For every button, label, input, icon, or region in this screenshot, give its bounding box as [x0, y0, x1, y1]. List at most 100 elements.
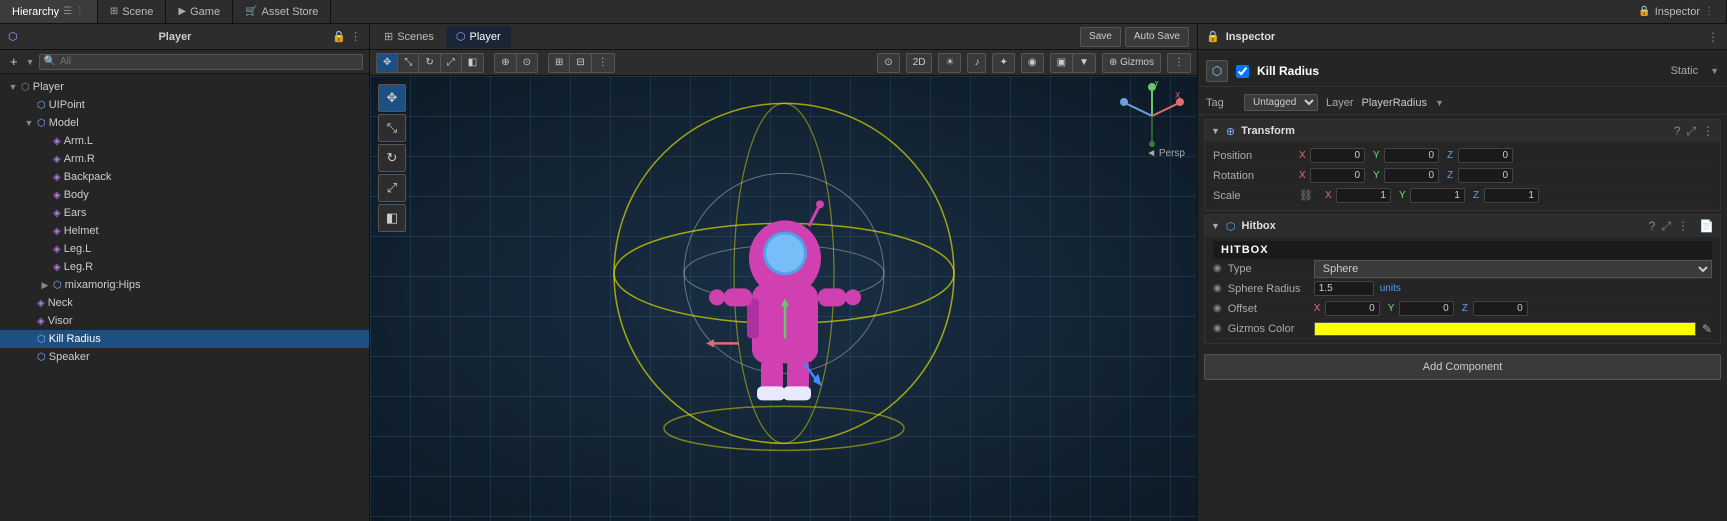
orbit-btn[interactable]: ⊙: [877, 53, 899, 73]
gizmos-color-preview[interactable]: [1314, 322, 1696, 336]
scale-z-input[interactable]: [1484, 188, 1539, 203]
hierarchy-lock-icon[interactable]: 🔒: [332, 30, 346, 43]
scale-link-icon[interactable]: ⛓: [1299, 189, 1313, 202]
sphere-radius-input[interactable]: [1314, 281, 1374, 296]
tree-item-kill-radius[interactable]: ⬡ Kill Radius: [0, 330, 369, 348]
pos-y-input[interactable]: [1384, 148, 1439, 163]
off-x-input[interactable]: [1325, 301, 1380, 316]
tree-item-neck[interactable]: ◈ Neck: [0, 294, 369, 312]
tree-item-model[interactable]: ▼ ⬡ Model: [0, 114, 369, 132]
snap-btn[interactable]: ⊞: [548, 53, 569, 73]
tab-scene[interactable]: ⊞ Scene: [98, 0, 167, 23]
vp-scale-btn[interactable]: ⤢: [378, 174, 406, 202]
off-z-input[interactable]: [1473, 301, 1528, 316]
tab-game[interactable]: ▶ Game: [166, 0, 233, 23]
tree-item-leg-r[interactable]: ◈ Leg.R: [0, 258, 369, 276]
inspector-more-icon[interactable]: ⋮: [1707, 30, 1719, 44]
tree-item-visor[interactable]: ◈ Visor: [0, 312, 369, 330]
transform-header[interactable]: ▼ ⊕ Transform ? ⤢ ⋮: [1205, 120, 1720, 142]
backpack-label: Backpack: [64, 171, 112, 183]
vp-move-btn[interactable]: ⤡: [378, 114, 406, 142]
pos-z-input[interactable]: [1458, 148, 1513, 163]
rot-y-input[interactable]: [1384, 168, 1439, 183]
scale-tool[interactable]: ⤢: [440, 53, 461, 73]
off-x-label: X: [1314, 303, 1322, 314]
hitbox-script-icon[interactable]: 📄: [1699, 219, 1714, 233]
tree-item-uipoint[interactable]: ⬡ UIPoint: [0, 96, 369, 114]
hand-tool[interactable]: ✥: [376, 53, 397, 73]
snap3-btn[interactable]: ⋮: [591, 53, 615, 73]
tab-hierarchy[interactable]: Hierarchy ☰ ⋮: [0, 0, 98, 23]
tree-item-body[interactable]: ◈ Body: [0, 186, 369, 204]
hierarchy-tab-label: Hierarchy: [12, 6, 59, 18]
rot-y-label: Y: [1373, 170, 1381, 181]
rect-tool[interactable]: ◧: [461, 53, 484, 73]
save-button[interactable]: Save: [1080, 27, 1121, 47]
global-btn[interactable]: ⊙: [516, 53, 538, 73]
tree-item-arm-l[interactable]: ◈ Arm.L: [0, 132, 369, 150]
tree-item-mixamorig[interactable]: ▶ ⬡ mixamorig:Hips: [0, 276, 369, 294]
tab-asset-store[interactable]: 🛒 Asset Store: [233, 0, 331, 23]
scale-x-input[interactable]: [1336, 188, 1391, 203]
rot-x-input[interactable]: [1310, 168, 1365, 183]
move-tool[interactable]: ⤡: [397, 53, 418, 73]
transform-actions: ? ⤢ ⋮: [1674, 124, 1714, 139]
hidden-btn[interactable]: ◉: [1021, 53, 1044, 73]
object-active-checkbox[interactable]: [1236, 65, 1249, 78]
auto-save-button[interactable]: Auto Save: [1125, 27, 1189, 47]
hierarchy-more-icon[interactable]: ⋮: [350, 30, 361, 43]
tree-item-backpack[interactable]: ◈ Backpack: [0, 168, 369, 186]
offset-y-group: Y: [1388, 301, 1454, 316]
hierarchy-search-input[interactable]: [60, 56, 358, 67]
tree-item-player[interactable]: ▼ ⬡ Player: [0, 78, 369, 96]
pivot-btn[interactable]: ⊕: [494, 53, 515, 73]
shaded-btn[interactable]: ▣: [1050, 53, 1072, 73]
hitbox-expand-icon[interactable]: ⤢: [1661, 219, 1671, 234]
sub-tab-player[interactable]: ⬡ Player: [446, 26, 511, 48]
tree-item-leg-l[interactable]: ◈ Leg.L: [0, 240, 369, 258]
shaded2-btn[interactable]: ▼: [1072, 53, 1096, 73]
transform-expand-icon[interactable]: ⤢: [1686, 124, 1696, 139]
hitbox-header[interactable]: ▼ ⬡ Hitbox ? ⤢ ⋮ 📄: [1205, 215, 1720, 237]
transform-more-icon[interactable]: ⋮: [1702, 124, 1714, 139]
scene-viewport[interactable]: ✥ ⤡ ↻ ⤢ ◧ Y X: [370, 76, 1197, 521]
hierarchy-dropdown-btn[interactable]: ▼: [26, 57, 35, 67]
vp-hand-btn[interactable]: ✥: [378, 84, 406, 112]
vp-rotate-btn[interactable]: ↻: [378, 144, 406, 172]
units-label[interactable]: units: [1380, 283, 1401, 294]
layer-arrow[interactable]: ▼: [1435, 98, 1444, 108]
vp-rect-btn[interactable]: ◧: [378, 204, 406, 232]
pos-x-input[interactable]: [1310, 148, 1365, 163]
tree-item-helmet[interactable]: ◈ Helmet: [0, 222, 369, 240]
sub-tab-scenes[interactable]: ⊞ Scenes: [374, 26, 444, 48]
tag-select[interactable]: Untagged: [1244, 94, 1318, 111]
tree-item-speaker[interactable]: ⬡ Speaker: [0, 348, 369, 366]
static-arrow[interactable]: ▼: [1710, 66, 1719, 76]
eyedropper-icon[interactable]: ✎: [1702, 322, 1712, 336]
tree-item-ears[interactable]: ◈ Ears: [0, 204, 369, 222]
fx-btn[interactable]: ✦: [992, 53, 1014, 73]
audio-btn[interactable]: ♪: [967, 53, 986, 73]
rotate-tool[interactable]: ↻: [418, 53, 439, 73]
hitbox-more-icon[interactable]: ⋮: [1677, 219, 1689, 234]
hitbox-help-icon[interactable]: ?: [1649, 219, 1656, 234]
tree-item-arm-r[interactable]: ◈ Arm.R: [0, 150, 369, 168]
type-select[interactable]: Sphere Box Capsule: [1314, 260, 1712, 278]
inspector-lock-icon[interactable]: 🔒: [1206, 30, 1220, 43]
scale-y-input[interactable]: [1410, 188, 1465, 203]
add-component-button[interactable]: Add Component: [1204, 354, 1721, 380]
more-btn[interactable]: ⋮: [1167, 53, 1191, 73]
visor-label: Visor: [48, 315, 73, 327]
snap2-btn[interactable]: ⊟: [569, 53, 590, 73]
gizmos-btn[interactable]: ⊕ Gizmos: [1102, 53, 1161, 73]
transform-help-icon[interactable]: ?: [1674, 124, 1681, 139]
2d-btn[interactable]: 2D: [906, 53, 933, 73]
rot-z-input[interactable]: [1458, 168, 1513, 183]
tab-inspector[interactable]: 🔒 Inspector ⋮: [1626, 0, 1727, 23]
inspector-content: ⬡ Kill Radius Static ▼ Tag Untagged Laye…: [1198, 50, 1727, 521]
off-y-input[interactable]: [1399, 301, 1454, 316]
position-x-group: X: [1299, 148, 1365, 163]
svg-text:Y: Y: [1154, 81, 1160, 88]
hierarchy-add-btn[interactable]: +: [6, 54, 22, 69]
light-btn[interactable]: ☀: [938, 53, 961, 73]
